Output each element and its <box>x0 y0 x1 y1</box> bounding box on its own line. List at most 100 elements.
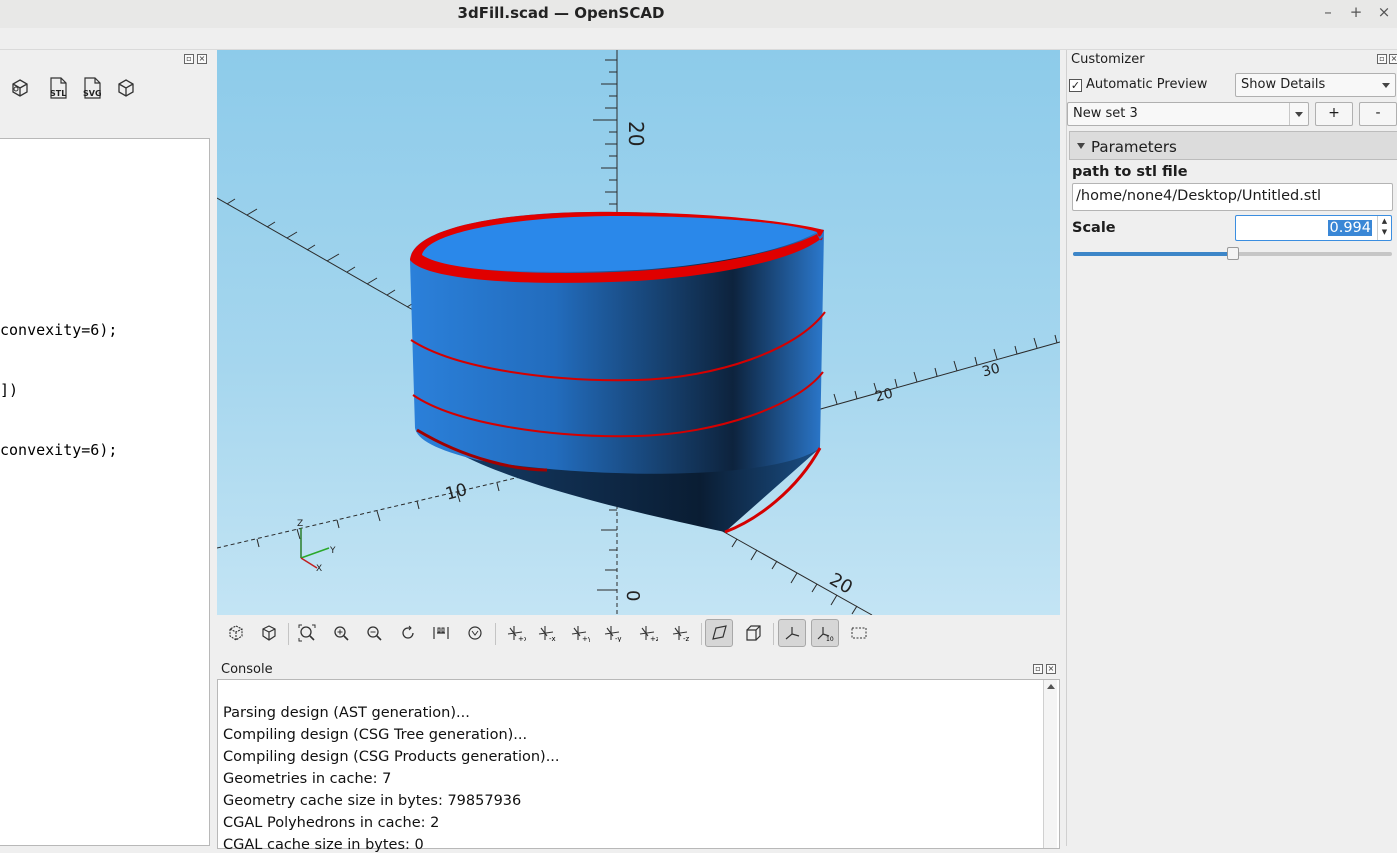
show-scale-markers-icon[interactable]: 10 <box>811 619 839 647</box>
scroll-up-icon[interactable] <box>1047 684 1055 689</box>
console-scrollbar[interactable] <box>1043 680 1057 848</box>
toolbar-separator <box>495 623 496 645</box>
param-label-path: path to stl file <box>1072 164 1188 180</box>
scale-value: 0.994 <box>1328 220 1372 236</box>
close-window-button[interactable]: × <box>1374 3 1394 23</box>
svg-text:+y: +y <box>582 635 590 642</box>
y-label-20: 20 <box>873 385 894 405</box>
remove-preset-button[interactable]: - <box>1359 102 1397 126</box>
toolbar-separator <box>773 623 774 645</box>
customizer-float-icon[interactable]: ▫ <box>1377 54 1387 64</box>
menu-bar <box>0 28 1397 50</box>
view-left-icon[interactable]: -x <box>533 619 561 647</box>
scale-slider-handle[interactable] <box>1227 247 1239 260</box>
3d-viewport[interactable]: 20 0 10 20 30 20 Z Y X <box>217 50 1060 615</box>
preview-icon[interactable] <box>222 619 250 647</box>
view-back-icon[interactable]: -z <box>667 619 695 647</box>
z-label-top: 20 <box>624 121 648 146</box>
view-rotate-icon[interactable] <box>461 619 489 647</box>
customizer-close-icon[interactable]: × <box>1389 54 1397 64</box>
scale-spinbox[interactable]: 0.994 ▲ ▼ <box>1235 215 1392 241</box>
console-output[interactable]: Parsing design (AST generation)... Compi… <box>217 679 1060 853</box>
editor-float-icon[interactable]: ▫ <box>184 54 194 64</box>
view-bottom-icon[interactable]: -y <box>599 619 627 647</box>
console-close-icon[interactable]: × <box>1046 664 1056 674</box>
preset-select-value: New set 3 <box>1073 106 1138 121</box>
x-label-20: 20 <box>826 569 856 599</box>
render-icon[interactable] <box>255 619 283 647</box>
parameters-section-title: Parameters <box>1091 138 1177 156</box>
spin-arrows-icon[interactable]: ▲ ▼ <box>1377 216 1391 240</box>
scale-slider[interactable] <box>1073 247 1392 260</box>
customizer-panel: Customizer ▫ × ✓ Automatic Preview Show … <box>1066 50 1397 846</box>
reset-view-icon[interactable] <box>394 619 422 647</box>
svg-text:-z: -z <box>683 635 690 642</box>
y-axis-positive <box>816 341 1060 411</box>
console-line: Compiling design (CSG Products generatio… <box>223 749 560 765</box>
view-toolbar: +x -x +y -y +z -z 10 <box>217 615 1060 653</box>
x-label-10: 10 <box>443 480 469 505</box>
details-select[interactable]: Show Details <box>1235 73 1396 97</box>
svg-text:-y: -y <box>615 635 622 642</box>
view-right-icon[interactable]: +x <box>502 619 530 647</box>
console-float-icon[interactable]: ▫ <box>1033 664 1043 674</box>
minimize-button[interactable]: – <box>1318 3 1338 23</box>
orthogonal-icon[interactable] <box>739 619 767 647</box>
title-bar: 3dFill.scad — OpenSCAD – + × <box>0 0 1397 28</box>
svg-label: SVG <box>83 89 102 98</box>
console-panel: Console ▫ × Parsing design (AST generati… <box>217 660 1060 853</box>
x-axis-positive <box>716 527 873 615</box>
add-preset-button[interactable]: + <box>1315 102 1353 126</box>
code-editor[interactable]: convexity=6); ]) convexity=6); <box>0 138 210 846</box>
gizmo-x-line <box>300 557 318 569</box>
maximize-button[interactable]: + <box>1346 3 1366 23</box>
y-positive-ticks <box>833 334 1058 405</box>
path-input[interactable]: /home/none4/Desktop/Untitled.stl <box>1072 183 1393 211</box>
3d-print-icon[interactable] <box>113 75 139 101</box>
toolbar-separator <box>288 623 289 645</box>
y-label-30: 30 <box>980 360 1001 380</box>
view-all-icon[interactable] <box>293 619 321 647</box>
scale-slider-fill <box>1073 252 1233 256</box>
chevron-down-icon <box>1295 112 1303 117</box>
param-label-scale: Scale <box>1072 220 1116 236</box>
perspective-icon[interactable] <box>705 619 733 647</box>
render-icon[interactable] <box>7 75 33 101</box>
view-top-icon[interactable]: +y <box>566 619 594 647</box>
console-line: CGAL cache size in bytes: 0 <box>223 837 424 853</box>
gizmo-z-label: Z <box>297 519 303 529</box>
show-edges-icon[interactable] <box>845 619 873 647</box>
collapse-icon <box>1077 143 1085 149</box>
chevron-down-icon <box>1382 83 1390 88</box>
auto-preview-checkbox[interactable]: ✓ <box>1069 79 1082 92</box>
console-line: Parsing design (AST generation)... <box>223 705 470 721</box>
zoom-in-icon[interactable] <box>327 619 355 647</box>
svg-text:+z: +z <box>650 635 658 642</box>
show-axes-icon[interactable] <box>778 619 806 647</box>
toolbar-separator <box>701 623 702 645</box>
console-line: Compiling design (CSG Tree generation)..… <box>223 727 528 743</box>
preset-select[interactable]: New set 3 <box>1067 102 1309 126</box>
gizmo-y-label: Y <box>329 546 336 556</box>
parameters-section-header[interactable]: Parameters <box>1069 131 1397 160</box>
stl-label: STL <box>50 89 66 98</box>
code-line: ]) <box>0 381 19 399</box>
x-axis-negative <box>217 197 428 319</box>
console-line: Geometries in cache: 7 <box>223 771 392 787</box>
zoom-out-icon[interactable] <box>360 619 388 647</box>
export-svg-icon[interactable]: SVG <box>79 75 105 101</box>
view-center-icon[interactable] <box>427 619 455 647</box>
editor-close-icon[interactable]: × <box>197 54 207 64</box>
z-label-bottom: 0 <box>622 590 643 601</box>
export-stl-icon[interactable]: STL <box>45 75 71 101</box>
window-title: 3dFill.scad — OpenSCAD <box>457 4 665 22</box>
x-negative-ticks <box>226 198 418 308</box>
axis-gizmo: Z Y X <box>297 519 336 574</box>
3d-scene: 20 0 10 20 30 20 Z Y X <box>217 50 1060 615</box>
details-select-value: Show Details <box>1241 77 1326 92</box>
code-line: convexity=6); <box>0 321 118 339</box>
code-line: convexity=6); <box>0 441 118 459</box>
auto-preview-label: Automatic Preview <box>1086 77 1208 92</box>
view-front-icon[interactable]: +z <box>634 619 662 647</box>
y-axis-negative <box>217 472 538 549</box>
